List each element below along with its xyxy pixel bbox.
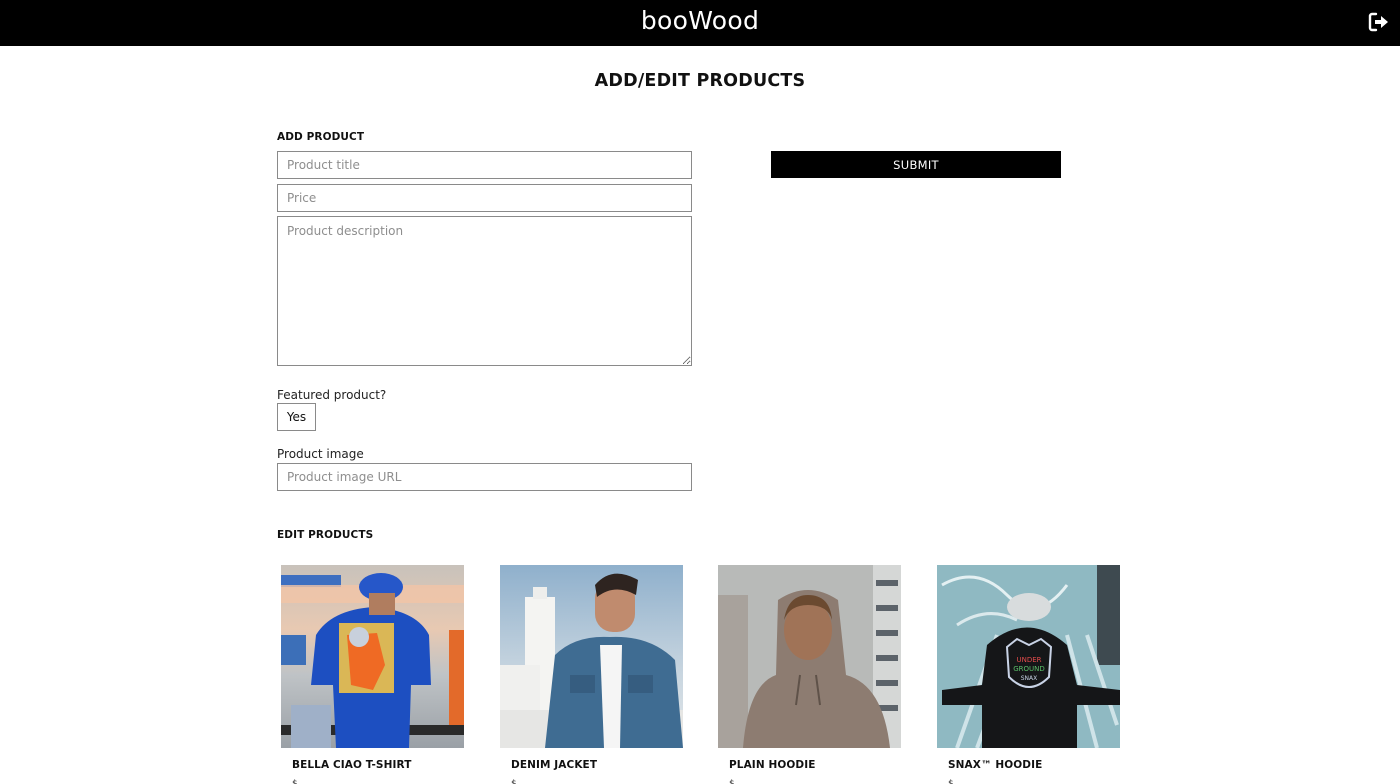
product-price: $ (948, 779, 954, 784)
brand-logo[interactable]: booWood (0, 6, 1400, 35)
add-product-heading: ADD PRODUCT (277, 131, 365, 143)
product-card[interactable]: DENIM JACKET $ (500, 565, 683, 784)
product-card[interactable]: UNDER GROUND SNAX SNAX™ HOODIE $ (937, 565, 1120, 784)
product-name: PLAIN HOODIE (729, 759, 816, 771)
product-price: $ (292, 779, 298, 784)
product-image[interactable] (281, 565, 464, 748)
product-image[interactable] (718, 565, 901, 748)
submit-button[interactable]: SUBMIT (771, 151, 1061, 178)
product-description-textarea[interactable] (277, 216, 692, 366)
sign-out-icon[interactable] (1368, 12, 1390, 32)
product-name: BELLA CIAO T-SHIRT (292, 759, 412, 771)
svg-text:SNAX: SNAX (1021, 675, 1038, 682)
product-price: $ (729, 779, 735, 784)
page-title: ADD/EDIT PRODUCTS (594, 71, 806, 91)
product-price: $ (511, 779, 517, 784)
product-image[interactable] (500, 565, 683, 748)
product-name: DENIM JACKET (511, 759, 598, 771)
price-input[interactable] (277, 184, 692, 212)
product-card[interactable]: BELLA CIAO T-SHIRT $ (281, 565, 464, 784)
featured-product-label: Featured product? (277, 388, 387, 402)
product-card[interactable]: PLAIN HOODIE $ (718, 565, 901, 784)
product-title-input[interactable] (277, 151, 692, 179)
top-navbar: booWood (0, 0, 1400, 46)
product-name: SNAX™ HOODIE (948, 759, 1043, 771)
svg-text:UNDER: UNDER (1016, 656, 1041, 664)
product-image-url-input[interactable] (277, 463, 692, 491)
featured-yes-button[interactable]: Yes (277, 403, 316, 431)
product-image[interactable]: UNDER GROUND SNAX (937, 565, 1120, 748)
product-image-label: Product image (277, 447, 364, 461)
edit-products-heading: EDIT PRODUCTS (277, 529, 374, 541)
svg-text:GROUND: GROUND (1013, 665, 1045, 673)
